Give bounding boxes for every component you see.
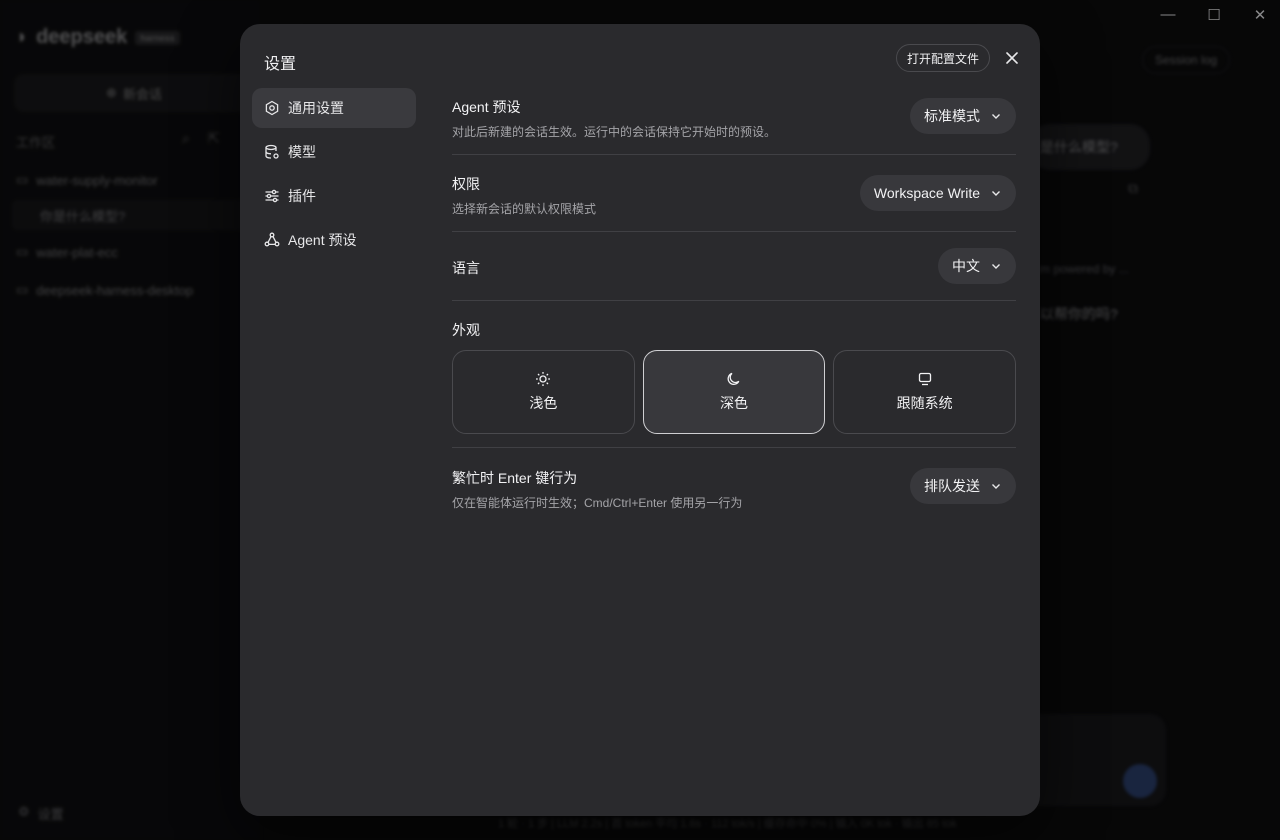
nav-item-models[interactable]: 模型 <box>252 132 416 172</box>
language-dropdown[interactable]: 中文 <box>938 248 1016 284</box>
chevron-down-icon <box>990 480 1002 492</box>
setting-agent-preset: Agent 预设 对此后新建的会话生效。运行中的会话保持它开始时的预设。 标准模… <box>452 88 1016 155</box>
monitor-icon <box>917 371 933 387</box>
settings-nav: 通用设置 模型 插件 Agent 预设 <box>252 88 416 264</box>
agent-preset-dropdown[interactable]: 标准模式 <box>910 98 1016 134</box>
setting-language: 语言 中文 <box>452 232 1016 301</box>
nav-item-general[interactable]: 通用设置 <box>252 88 416 128</box>
dialog-title: 设置 <box>264 56 297 73</box>
moon-icon <box>726 371 742 387</box>
theme-dark-option[interactable]: 深色 <box>642 350 826 434</box>
setting-title: 外观 <box>452 322 480 338</box>
theme-system-option[interactable]: 跟随系统 <box>833 350 1017 434</box>
busy-enter-dropdown[interactable]: 排队发送 <box>910 468 1016 504</box>
setting-title: 语言 <box>452 260 480 276</box>
chevron-down-icon <box>990 260 1002 272</box>
nav-item-agent-presets[interactable]: Agent 预设 <box>252 220 416 260</box>
database-gear-icon <box>264 144 280 160</box>
setting-appearance: 外观 浅色 深色 跟随系统 <box>452 301 1017 448</box>
close-icon[interactable] <box>1002 48 1022 68</box>
sliders-icon <box>264 188 280 204</box>
nav-item-plugins[interactable]: 插件 <box>252 176 416 216</box>
permission-dropdown[interactable]: Workspace Write <box>859 175 1016 211</box>
chevron-down-icon <box>990 110 1002 122</box>
theme-light-option[interactable]: 浅色 <box>452 350 635 434</box>
settings-dialog: 设置 打开配置文件 通用设置 模型 插件 Agent 预设 Agent 预设 对… <box>240 24 1040 816</box>
settings-content: Agent 预设 对此后新建的会话生效。运行中的会话保持它开始时的预设。 标准模… <box>452 88 1017 522</box>
sun-icon <box>535 371 551 387</box>
chevron-down-icon <box>990 187 1002 199</box>
setting-permission: 权限 选择新会话的默认权限模式 Workspace Write <box>452 155 1016 232</box>
theme-options: 浅色 深色 跟随系统 <box>452 350 1017 434</box>
gear-icon <box>264 100 280 116</box>
open-config-button[interactable]: 打开配置文件 <box>896 44 991 72</box>
nodes-icon <box>264 232 280 248</box>
setting-busy-enter: 繁忙时 Enter 键行为 仅在智能体运行时生效；Cmd/Ctrl+Enter … <box>452 448 1016 522</box>
